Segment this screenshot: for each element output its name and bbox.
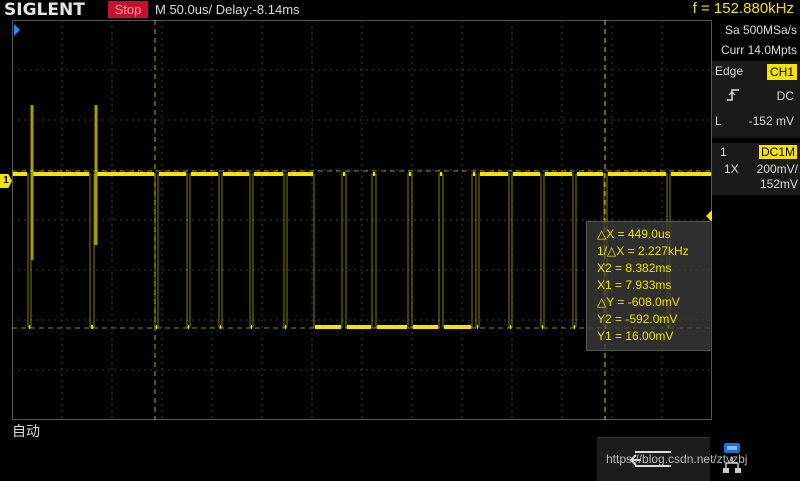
timebase-scale: M 50.0us/ bbox=[155, 2, 213, 17]
graticule bbox=[12, 20, 712, 420]
waveform-display[interactable] bbox=[12, 20, 712, 420]
ch1-level-marker[interactable]: 1 bbox=[0, 174, 12, 188]
volts-per-div: 200mV/ bbox=[756, 162, 798, 176]
sample-rate: Sa 500MSa/s bbox=[724, 23, 797, 37]
cursor-x2: X2 = 8.382ms bbox=[597, 261, 672, 275]
trigger-mode: 自动 bbox=[12, 423, 40, 439]
delta-x: △X = 449.0us bbox=[597, 227, 671, 241]
cursor-y2: Y2 = -592.0mV bbox=[597, 312, 678, 326]
ch1-level-label: 1 bbox=[3, 175, 9, 186]
brand-logo: SIGLENT bbox=[4, 0, 85, 20]
timebase-readout[interactable]: M 50.0us/ Delay:-8.14ms bbox=[155, 2, 300, 17]
delta-y: △Y = -608.0mV bbox=[597, 295, 680, 309]
frequency-counter: f = 152.880kHz bbox=[692, 0, 794, 17]
delay-readout: Delay:-8.14ms bbox=[215, 2, 300, 17]
memory-depth: Curr 14.0Mpts bbox=[720, 43, 797, 57]
trigger-coupling: DC bbox=[776, 89, 794, 103]
run-stop-indicator[interactable]: Stop bbox=[108, 1, 148, 18]
cursor-y1: Y1 = 16.00mV bbox=[597, 329, 674, 343]
cursor-x1: X1 = 7.933ms bbox=[597, 278, 672, 292]
channel-coupling: DC1M bbox=[758, 145, 797, 159]
top-status-bar: SIGLENT Stop M 50.0us/ Delay:-8.14ms f =… bbox=[0, 0, 800, 20]
network-icon bbox=[723, 443, 741, 473]
trigger-source: CH1 bbox=[766, 64, 797, 80]
channel-offset: 152mV bbox=[759, 177, 798, 191]
channel1-panel[interactable]: 1 DC1M 1X 200mV/ 152mV bbox=[712, 143, 800, 195]
trigger-panel[interactable]: Edge CH1 DC L -152 mV bbox=[712, 61, 800, 138]
rising-edge-icon bbox=[726, 88, 740, 102]
probe-ratio: 1X bbox=[724, 162, 739, 176]
trigger-type: Edge bbox=[715, 64, 744, 78]
channel-number: 1 bbox=[720, 145, 727, 159]
cursor-measurements: △X = 449.0us 1/△X = 2.227kHz X2 = 8.382m… bbox=[586, 221, 712, 351]
trigger-level: -152 mV bbox=[748, 114, 794, 128]
inverse-delta-x: 1/△X = 2.227kHz bbox=[597, 244, 689, 258]
trigger-level-label: L bbox=[715, 114, 722, 128]
acquisition-info: Sa 500MSa/s Curr 14.0Mpts bbox=[712, 20, 800, 60]
